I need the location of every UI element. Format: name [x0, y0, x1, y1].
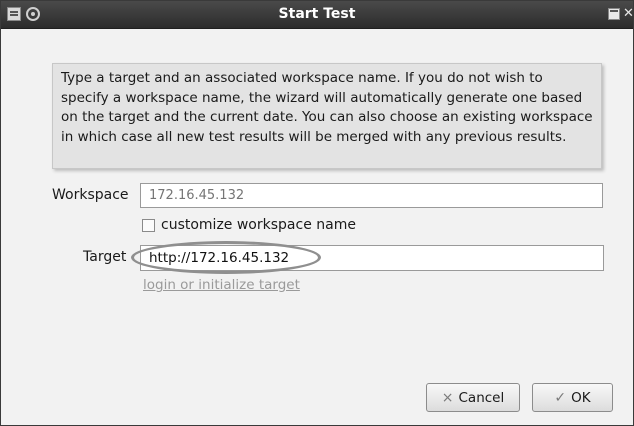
start-test-dialog: Start Test ✕ Type a target and an associ… [0, 0, 634, 426]
check-icon: ✓ [554, 389, 567, 406]
workspace-label: Workspace [52, 187, 129, 203]
target-label: Target [83, 249, 127, 265]
title-bar[interactable]: Start Test ✕ [1, 1, 633, 29]
ok-label: OK [571, 389, 591, 406]
customize-workspace-label[interactable]: customize workspace name [161, 216, 356, 234]
close-icon[interactable]: ✕ [623, 7, 633, 21]
cancel-label: Cancel [458, 389, 505, 406]
target-input[interactable] [140, 245, 604, 271]
login-initialize-target-link[interactable]: login or initialize target [143, 276, 300, 294]
info-panel: Type a target and an associated workspac… [52, 63, 602, 169]
maximize-icon[interactable] [608, 8, 620, 20]
ok-button[interactable]: ✓ OK [532, 383, 613, 412]
workspace-input[interactable] [140, 183, 603, 208]
cancel-icon: × [441, 389, 454, 406]
customize-workspace-checkbox[interactable] [142, 219, 155, 232]
cancel-button[interactable]: × Cancel [426, 383, 520, 412]
window-title: Start Test [278, 6, 356, 22]
